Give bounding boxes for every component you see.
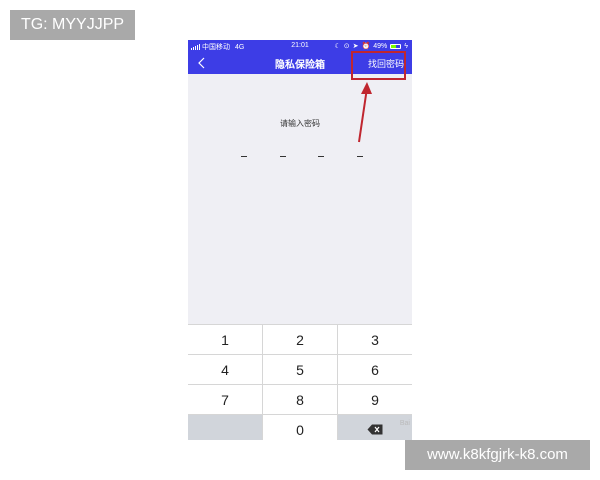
backspace-icon xyxy=(367,424,383,435)
numeric-keypad: 1 2 3 4 5 6 7 8 9 0 Bai xyxy=(188,324,412,440)
key-7[interactable]: 7 xyxy=(188,385,262,414)
moon-icon: ☾ xyxy=(334,43,341,50)
nav-bar: 隐私保险箱 找回密码 xyxy=(188,52,412,74)
pin-slot xyxy=(354,144,366,160)
key-blank xyxy=(188,415,262,440)
charging-icon: ϟ xyxy=(404,42,408,50)
pin-slot xyxy=(238,144,250,160)
annotation-arrow-icon xyxy=(358,82,372,143)
recover-password-button[interactable]: 找回密码 xyxy=(368,57,404,70)
battery-percent: 49% xyxy=(373,42,388,50)
key-3[interactable]: 3 xyxy=(338,325,412,354)
tg-label: TG: MYYJJPP xyxy=(10,10,135,40)
battery-icon xyxy=(390,43,402,49)
key-5[interactable]: 5 xyxy=(263,355,337,384)
key-8[interactable]: 8 xyxy=(263,385,337,414)
key-6[interactable]: 6 xyxy=(338,355,412,384)
status-bar: 中国移动 4G 21:01 ☾ ⊙ ➤ ⏰ 49% ϟ xyxy=(188,40,412,52)
lock-rotation-icon: ⊙ xyxy=(343,43,350,50)
pin-slot xyxy=(277,144,289,160)
baidu-watermark: Bai xyxy=(399,420,410,427)
key-2[interactable]: 2 xyxy=(263,325,337,354)
key-1[interactable]: 1 xyxy=(188,325,262,354)
location-icon: ➤ xyxy=(352,43,359,50)
delete-key[interactable]: Bai xyxy=(338,415,412,440)
site-watermark: www.k8kfgjrk-k8.com xyxy=(405,440,590,470)
key-0[interactable]: 0 xyxy=(263,415,337,440)
pin-input[interactable] xyxy=(238,144,366,160)
alarm-icon: ⏰ xyxy=(361,43,371,50)
pin-slot xyxy=(315,144,327,160)
key-9[interactable]: 9 xyxy=(338,385,412,414)
key-4[interactable]: 4 xyxy=(188,355,262,384)
